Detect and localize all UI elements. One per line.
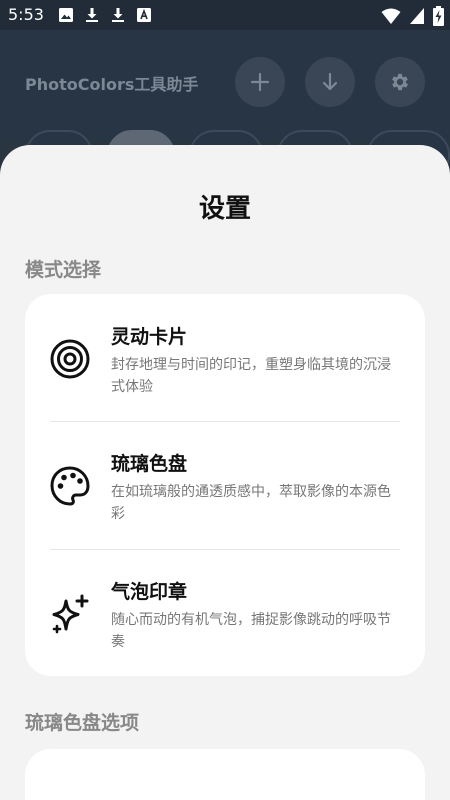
status-bar: 5:53 <box>0 0 450 30</box>
wifi-icon <box>381 8 401 24</box>
app-header: PhotoColors工具助手 <box>0 30 450 180</box>
image-icon <box>59 8 73 22</box>
download-button[interactable] <box>305 57 355 107</box>
palette-options-card <box>25 749 425 800</box>
battery-charging-icon <box>433 6 444 26</box>
target-icon <box>50 339 90 379</box>
add-button[interactable] <box>235 57 285 107</box>
sheet-title: 设置 <box>198 194 251 224</box>
palette-section-label: 琉璃色盘选项 <box>25 712 140 734</box>
mode-item-glaze-palette[interactable]: 琉璃色盘 在如琉璃般的通透质感中，萃取影像的本源色彩 <box>25 421 425 548</box>
mode-description: 随心而动的有机气泡，捕捉影像跳动的呼吸节奏 <box>111 612 391 650</box>
mode-section-label: 模式选择 <box>25 259 102 281</box>
mode-description: 封存地理与时间的印记，重塑身临其境的沉浸式体验 <box>111 357 391 395</box>
mode-description: 在如琉璃般的通透质感中，萃取影像的本源色彩 <box>111 484 391 522</box>
font-icon <box>137 8 151 22</box>
status-time: 5:53 <box>8 5 44 24</box>
signal-icon <box>410 8 424 24</box>
mode-card: 灵动卡片 封存地理与时间的印记，重塑身临其境的沉浸式体验 琉璃色盘 在如琉璃般的… <box>25 294 425 676</box>
app-title: PhotoColors工具助手 <box>25 75 199 94</box>
mode-title: 琉璃色盘 <box>111 453 188 475</box>
plus-icon <box>250 72 270 92</box>
mode-item-bubble-stamp[interactable]: 气泡印章 随心而动的有机气泡，捕捉影像跳动的呼吸节奏 <box>25 549 425 676</box>
system-icons <box>381 6 444 26</box>
download-icon <box>112 8 124 22</box>
notification-icons <box>58 7 152 23</box>
settings-sheet: 设置 模式选择 灵动卡片 封存地理与时间的印记，重塑身临其境的沉浸式体验 琉璃色… <box>0 145 450 800</box>
download-icon <box>322 72 338 91</box>
palette-icon <box>50 466 90 506</box>
download-icon <box>86 8 98 22</box>
gear-icon <box>392 73 408 91</box>
mode-title: 气泡印章 <box>111 581 188 603</box>
settings-button[interactable] <box>375 57 425 107</box>
mode-title: 灵动卡片 <box>111 326 188 348</box>
mode-item-dynamic-card[interactable]: 灵动卡片 封存地理与时间的印记，重塑身临其境的沉浸式体验 <box>25 294 425 421</box>
sparkle-icon <box>52 594 89 634</box>
